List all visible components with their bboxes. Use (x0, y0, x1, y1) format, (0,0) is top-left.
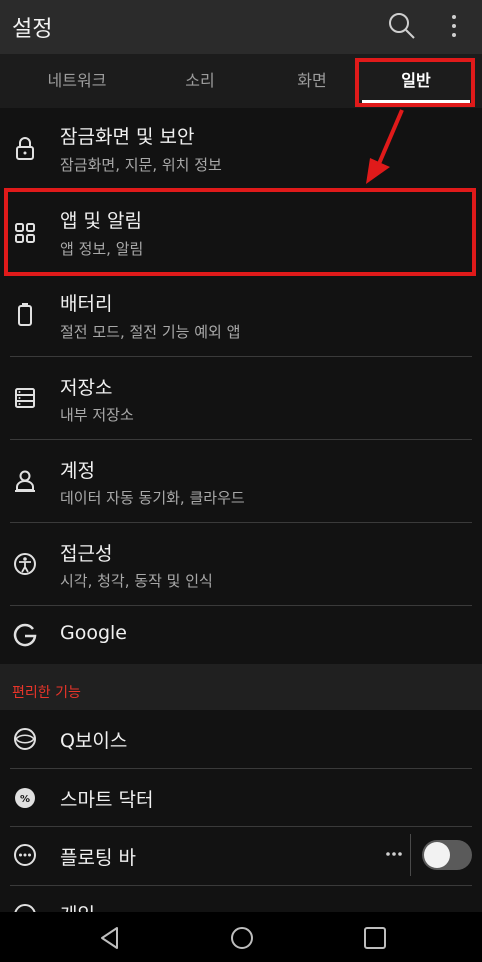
active-tab-indicator (362, 100, 470, 103)
game-icon (14, 904, 36, 912)
item-subtitle: 잠금화면, 지문, 위치 정보 (60, 156, 222, 174)
tab-display[interactable]: 화면 (262, 54, 362, 108)
list-item-game[interactable]: 게임 (0, 886, 482, 912)
floating-bar-toggle[interactable] (422, 840, 472, 870)
item-subtitle: 절전 모드, 절전 기능 예외 앱 (60, 323, 241, 341)
back-icon[interactable] (97, 925, 123, 951)
list-item-qvoice[interactable]: Q보이스 (0, 710, 482, 768)
more-horiz-icon[interactable] (382, 842, 406, 866)
item-title: 앱 및 알림 (60, 210, 142, 232)
item-subtitle: 앱 정보, 알림 (60, 240, 144, 258)
vertical-separator (410, 834, 411, 876)
recents-icon[interactable] (362, 925, 388, 951)
list-item-account[interactable]: 계정 데이터 자동 동기화, 클라우드 (0, 440, 482, 522)
item-subtitle: 시각, 청각, 동작 및 인식 (60, 572, 213, 590)
toggle-knob (424, 842, 450, 868)
list-item-storage[interactable]: 저장소 내부 저장소 (0, 357, 482, 439)
item-title: 저장소 (60, 377, 113, 399)
tab-network[interactable]: 네트워크 (22, 54, 132, 108)
qvoice-icon (14, 728, 36, 750)
list-item-accessibility[interactable]: 접근성 시각, 청각, 동작 및 인식 (0, 523, 482, 605)
battery-icon (18, 303, 32, 326)
page-title: 설정 (12, 17, 53, 42)
list-item-smart-doctor[interactable]: % 스마트 닥터 (0, 769, 482, 826)
section-title: 편리한 기능 (12, 685, 81, 701)
item-title: Google (60, 622, 128, 644)
smart-doctor-icon: % (15, 788, 35, 808)
list-item-google[interactable]: Google (0, 606, 482, 664)
home-icon[interactable] (229, 925, 255, 951)
item-title: 플로팅 바 (60, 847, 136, 869)
account-icon (15, 470, 35, 492)
list-item-apps-notifications[interactable]: 앱 및 알림 앱 정보, 알림 (0, 190, 482, 272)
item-title: 계정 (60, 460, 95, 482)
lock-icon (16, 137, 34, 160)
list-item-lock-screen[interactable]: 잠금화면 및 보안 잠금화면, 지문, 위치 정보 (0, 108, 482, 188)
item-title: 스마트 닥터 (60, 789, 154, 811)
item-subtitle: 데이터 자동 동기화, 클라우드 (60, 489, 245, 507)
search-icon[interactable] (386, 10, 418, 42)
navigation-bar (0, 912, 482, 962)
item-title: 배터리 (60, 293, 113, 315)
apps-grid-icon (15, 223, 35, 243)
list-item-battery[interactable]: 배터리 절전 모드, 절전 기능 예외 앱 (0, 273, 482, 355)
more-vert-icon[interactable] (438, 10, 470, 42)
google-icon (13, 623, 37, 647)
item-title: 잠금화면 및 보안 (60, 126, 195, 148)
item-title: Q보이스 (60, 730, 128, 752)
tab-sound[interactable]: 소리 (150, 54, 250, 108)
accessibility-icon (14, 553, 36, 575)
item-title: 게임 (60, 900, 95, 912)
floating-bar-icon (14, 844, 36, 866)
app-bar: 설정 (0, 0, 482, 54)
storage-icon (15, 388, 35, 408)
item-title: 접근성 (60, 543, 113, 565)
svg-text:%: % (20, 794, 30, 805)
section-header-convenience: 편리한 기능 (0, 664, 482, 710)
item-subtitle: 내부 저장소 (60, 406, 134, 424)
